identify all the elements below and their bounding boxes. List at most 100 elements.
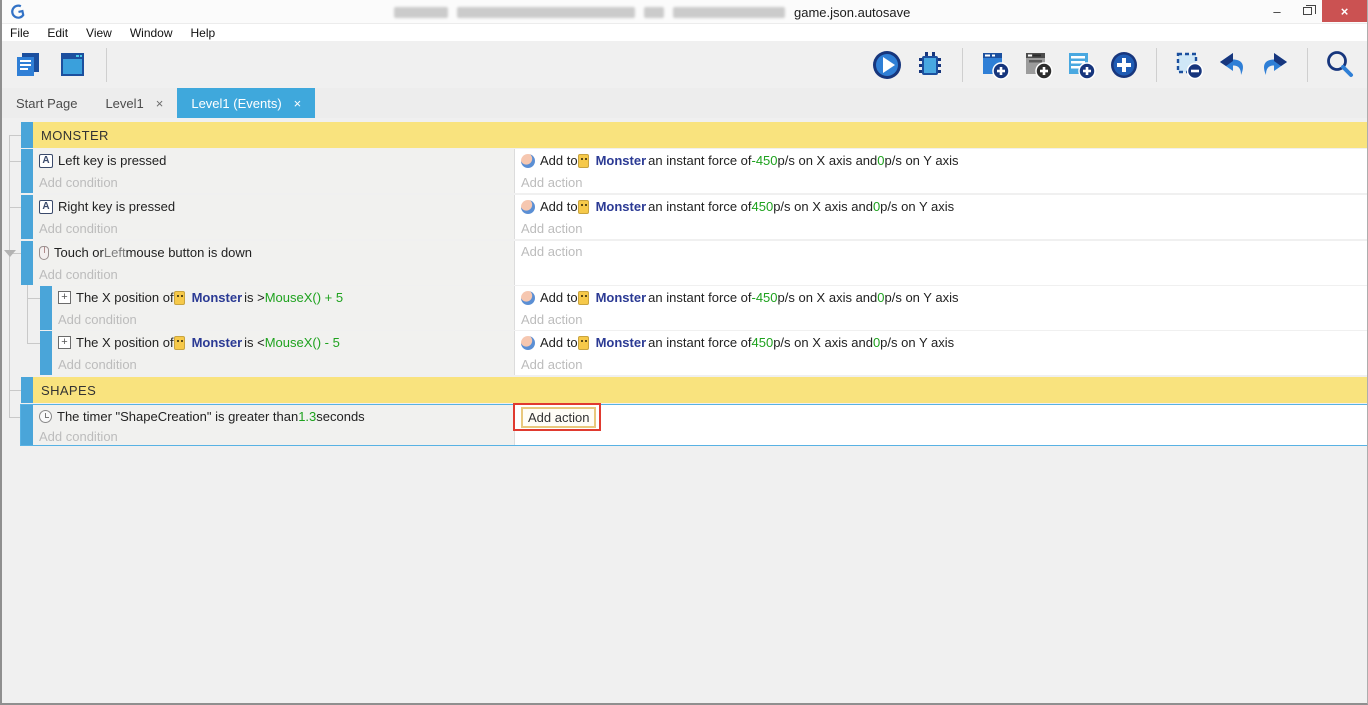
menu-window[interactable]: Window — [130, 26, 183, 40]
event-row[interactable]: Touch or Left mouse button is down Add co… — [21, 241, 1367, 285]
tab-level1-events[interactable]: Level1 (Events) × — [177, 88, 316, 118]
event-drag-handle[interactable] — [21, 241, 33, 285]
delete-selection-icon[interactable] — [1172, 48, 1206, 82]
text-segment: Monster — [595, 335, 647, 350]
conditions-cell: A Left key is pressed Add condition — [33, 149, 514, 193]
redacted-title-text — [673, 6, 785, 18]
add-condition-button[interactable]: Add condition — [58, 354, 514, 375]
add-action-button[interactable]: Add action — [521, 241, 1367, 262]
force-icon — [521, 153, 535, 168]
tab-label: Start Page — [16, 95, 78, 111]
undo-icon[interactable] — [1215, 48, 1249, 82]
add-action-button[interactable]: Add action — [521, 407, 597, 428]
restore-button[interactable] — [1292, 0, 1322, 22]
add-action-button[interactable]: Add action — [521, 218, 1367, 239]
tab-close-icon[interactable]: × — [294, 96, 302, 111]
scene-editor-icon[interactable] — [56, 48, 90, 82]
events-sheet: MONSTER A Left key is pressed Add condition… — [2, 118, 1367, 703]
action-text[interactable]: Add to Monster an instant force of 450 p… — [521, 331, 1367, 354]
search-icon[interactable] — [1323, 48, 1357, 82]
event-group-row[interactable]: MONSTER — [21, 122, 1367, 148]
add-event-icon[interactable] — [978, 48, 1012, 82]
keyboard-icon: A — [39, 153, 53, 168]
toolbar-right-group — [870, 48, 1357, 82]
tab-level1-scene[interactable]: Level1 × — [91, 88, 177, 118]
application-window: game.json.autosave – × File Edit View Wi… — [0, 0, 1368, 705]
event-drag-handle[interactable] — [21, 149, 33, 193]
conditions-cell: A Right key is pressed Add condition — [33, 195, 514, 239]
event-row[interactable]: A Right key is pressed Add condition Add to… — [21, 195, 1367, 239]
menu-file[interactable]: File — [10, 26, 39, 40]
text-segment: Monster — [595, 153, 647, 168]
action-text[interactable]: Add to Monster an instant force of -450 … — [521, 286, 1367, 309]
action-text[interactable]: Add to Monster an instant force of -450 … — [521, 149, 1367, 172]
add-condition-button[interactable]: Add condition — [58, 309, 514, 330]
condition-text[interactable]: A Right key is pressed — [39, 195, 514, 218]
group-title: MONSTER — [33, 122, 1367, 148]
event-drag-handle[interactable] — [21, 377, 33, 403]
actions-cell: Add to Monster an instant force of 450 p… — [514, 195, 1367, 239]
menu-view[interactable]: View — [86, 26, 122, 40]
redo-icon[interactable] — [1258, 48, 1292, 82]
actions-cell: Add action — [514, 241, 1367, 285]
text-segment: seconds — [316, 409, 365, 424]
text-segment: an instant force of — [648, 290, 752, 305]
text-segment: The X position of — [76, 335, 174, 350]
text-segment: Add to — [540, 335, 578, 350]
object-icon — [173, 335, 185, 350]
event-row[interactable]: + The X position of Monster is < MouseX()… — [40, 331, 1367, 375]
add-action-button[interactable]: Add action — [521, 354, 1367, 375]
minimize-button[interactable]: – — [1262, 0, 1292, 22]
redacted-title-text — [644, 6, 664, 18]
event-row[interactable]: A Left key is pressed Add condition Add to … — [21, 149, 1367, 193]
debugger-icon[interactable] — [913, 48, 947, 82]
add-condition-button[interactable]: Add condition — [39, 428, 514, 445]
tab-close-icon[interactable]: × — [156, 96, 164, 111]
text-segment: Add to — [540, 153, 578, 168]
text-segment: Right key is pressed — [58, 199, 176, 214]
force-icon — [521, 290, 535, 305]
add-other-event-icon[interactable] — [1107, 48, 1141, 82]
add-condition-button[interactable]: Add condition — [39, 264, 514, 285]
event-group-row[interactable]: SHAPES — [21, 377, 1367, 403]
menu-edit[interactable]: Edit — [47, 26, 78, 40]
event-drag-handle[interactable] — [21, 195, 33, 239]
conditions-cell: + The X position of Monster is > MouseX()… — [52, 286, 514, 330]
object-icon — [173, 290, 185, 305]
condition-text[interactable]: + The X position of Monster is < MouseX()… — [58, 331, 514, 354]
preview-play-icon[interactable] — [870, 48, 904, 82]
event-row[interactable]: The timer "ShapeCreation" is greater tha… — [21, 403, 1367, 445]
condition-text[interactable]: Touch or Left mouse button is down — [39, 241, 514, 264]
add-action-button[interactable]: Add action — [521, 309, 1367, 330]
event-drag-handle[interactable] — [40, 286, 52, 330]
project-manager-icon[interactable] — [12, 48, 46, 82]
close-button[interactable]: × — [1322, 0, 1367, 22]
group-title: SHAPES — [33, 377, 1367, 403]
condition-text[interactable]: A Left key is pressed — [39, 149, 514, 172]
condition-text[interactable]: + The X position of Monster is > MouseX()… — [58, 286, 514, 309]
events-rows: MONSTER A Left key is pressed Add condition… — [2, 118, 1367, 445]
mouse-icon — [39, 245, 49, 260]
text-segment: p/s on Y axis — [884, 290, 959, 305]
text-segment: Monster — [595, 290, 647, 305]
event-drag-handle[interactable] — [21, 122, 33, 148]
condition-text[interactable]: The timer "ShapeCreation" is greater tha… — [39, 405, 514, 428]
add-action-button[interactable]: Add action — [521, 172, 1367, 193]
tab-label: Level1 (Events) — [191, 95, 282, 111]
add-condition-button[interactable]: Add condition — [39, 218, 514, 239]
text-segment: mouse button is down — [125, 245, 253, 260]
text-segment: MouseX() - 5 — [264, 335, 340, 350]
tab-start-page[interactable]: Start Page — [2, 88, 91, 118]
event-drag-handle[interactable] — [40, 331, 52, 375]
add-comment-icon[interactable] — [1064, 48, 1098, 82]
add-condition-button[interactable]: Add condition — [39, 172, 514, 193]
action-text[interactable]: Add to Monster an instant force of 450 p… — [521, 195, 1367, 218]
text-segment: Add to — [540, 199, 578, 214]
text-segment: an instant force of — [648, 199, 752, 214]
menu-help[interactable]: Help — [191, 26, 226, 40]
text-segment: Left key is pressed — [58, 153, 167, 168]
add-subevent-icon[interactable] — [1021, 48, 1055, 82]
event-drag-handle[interactable] — [21, 405, 33, 445]
toolbar-separator — [1156, 48, 1157, 82]
event-row[interactable]: + The X position of Monster is > MouseX()… — [40, 286, 1367, 330]
